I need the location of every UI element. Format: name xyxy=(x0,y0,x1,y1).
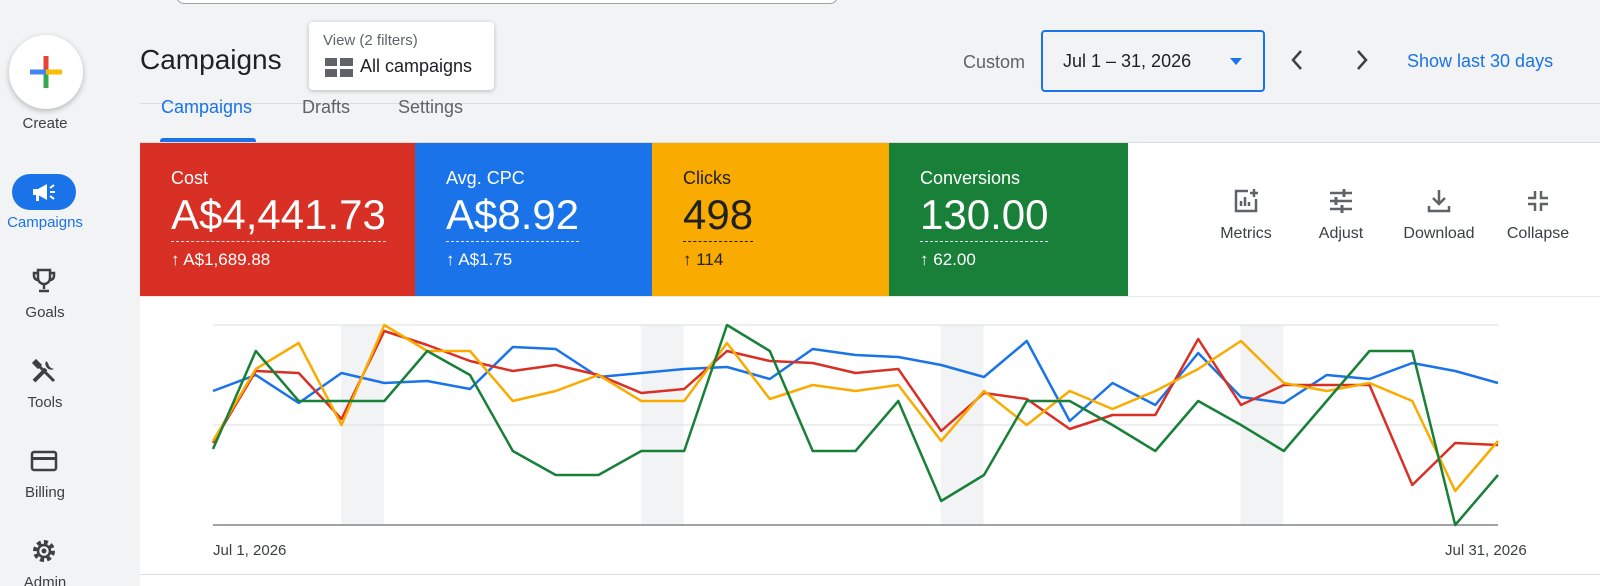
chevron-left-icon xyxy=(1291,50,1302,70)
metric-value: A$8.92 xyxy=(446,191,580,242)
date-range-value: Jul 1 – 31, 2026 xyxy=(1063,51,1192,71)
metric-delta: ↑ 62.00 xyxy=(920,250,976,269)
campaigns-megaphone-icon xyxy=(12,174,76,210)
credit-card-icon xyxy=(27,444,61,478)
sidebar-item-label: Billing xyxy=(24,484,66,501)
date-range-dropdown[interactable]: Jul 1 – 31, 2026 xyxy=(1041,30,1265,92)
metric-delta: ↑ A$1.75 xyxy=(446,250,513,269)
sidebar-item-label: Admin xyxy=(23,574,67,586)
download-button[interactable]: Download xyxy=(1394,187,1484,247)
page-title: Campaigns xyxy=(140,44,282,75)
metric-delta-value: 114 xyxy=(696,250,724,269)
metric-title: Conversions xyxy=(920,168,1021,188)
date-range-type-label: Custom xyxy=(963,52,1026,72)
plus-icon xyxy=(30,56,62,88)
collapse-button[interactable]: Collapse xyxy=(1493,187,1583,247)
metric-card-clicks[interactable]: Clicks 498 ↑ 114 xyxy=(652,143,889,296)
next-period-button[interactable] xyxy=(1347,45,1377,75)
metric-value: 498 xyxy=(683,191,754,242)
chevron-right-icon xyxy=(1357,50,1368,70)
metric-delta-value: A$1,689.88 xyxy=(183,250,271,269)
metric-delta: ↑ 114 xyxy=(683,250,724,269)
metric-cards-row: Cost A$4,441.73 ↑ A$1,689.88 Avg. CPC A$… xyxy=(140,143,1600,296)
metric-value: A$4,441.73 xyxy=(171,191,386,242)
view-grid-icon xyxy=(325,58,353,77)
metrics-chart-add-icon xyxy=(1232,187,1260,215)
adjust-button[interactable]: Adjust xyxy=(1296,187,1386,247)
tool-label: Metrics xyxy=(1220,225,1272,242)
metric-title: Avg. CPC xyxy=(446,168,525,188)
collapse-icon xyxy=(1524,187,1552,215)
series-line-2 xyxy=(211,323,1499,493)
tool-label: Collapse xyxy=(1506,225,1570,242)
performance-chart: Jul 1, 2026 Jul 31, 2026 xyxy=(140,296,1600,574)
metric-value: 130.00 xyxy=(920,191,1049,242)
tab-settings[interactable]: Settings xyxy=(398,97,463,118)
metric-delta-value: A$1.75 xyxy=(458,250,513,269)
sidebar-item-label: Campaigns xyxy=(7,214,83,231)
create-button[interactable] xyxy=(9,35,83,109)
show-last-30-days-link[interactable]: Show last 30 days xyxy=(1407,51,1553,72)
view-filter-chip[interactable]: View (2 filters) All campaigns xyxy=(309,22,494,90)
gear-icon xyxy=(27,534,61,568)
view-filter-label: All campaigns xyxy=(360,56,473,76)
line-chart xyxy=(211,323,1499,527)
tab-bar: Campaigns Drafts Settings xyxy=(140,97,1600,143)
metric-title: Clicks xyxy=(683,168,731,188)
tab-drafts[interactable]: Drafts xyxy=(302,97,350,118)
download-icon xyxy=(1425,187,1453,215)
table-section-edge xyxy=(140,574,1600,586)
metric-delta-value: 62.00 xyxy=(933,250,976,269)
metric-delta: ↑ A$1,689.88 xyxy=(171,250,271,269)
x-axis-start-label: Jul 1, 2026 xyxy=(213,542,287,559)
tab-campaigns[interactable]: Campaigns xyxy=(161,97,252,118)
left-navigation: Create Campaigns Goals Tools Billing Adm… xyxy=(0,0,90,586)
view-filter-subtitle: View (2 filters) xyxy=(323,32,418,49)
tool-label: Download xyxy=(1403,225,1475,242)
metric-card-conversions[interactable]: Conversions 130.00 ↑ 62.00 xyxy=(889,143,1128,296)
tools-icon xyxy=(27,354,61,388)
adjust-sliders-icon xyxy=(1327,187,1355,215)
sidebar-item-label: Goals xyxy=(25,304,65,321)
search-bar-edge xyxy=(176,0,838,4)
caret-down-icon xyxy=(1230,58,1242,65)
sidebar-item-label: Tools xyxy=(27,394,63,411)
create-label: Create xyxy=(22,115,68,132)
metric-card-cost[interactable]: Cost A$4,441.73 ↑ A$1,689.88 xyxy=(140,143,415,296)
metric-title: Cost xyxy=(171,168,209,188)
tool-label: Adjust xyxy=(1318,225,1364,242)
trophy-icon xyxy=(27,264,61,298)
metrics-button[interactable]: Metrics xyxy=(1201,187,1291,247)
x-axis-end-label: Jul 31, 2026 xyxy=(1445,542,1527,559)
metric-card-avg-cpc[interactable]: Avg. CPC A$8.92 ↑ A$1.75 xyxy=(415,143,652,296)
previous-period-button[interactable] xyxy=(1282,45,1312,75)
active-tab-indicator xyxy=(160,138,256,142)
series-line-0 xyxy=(212,339,1499,423)
